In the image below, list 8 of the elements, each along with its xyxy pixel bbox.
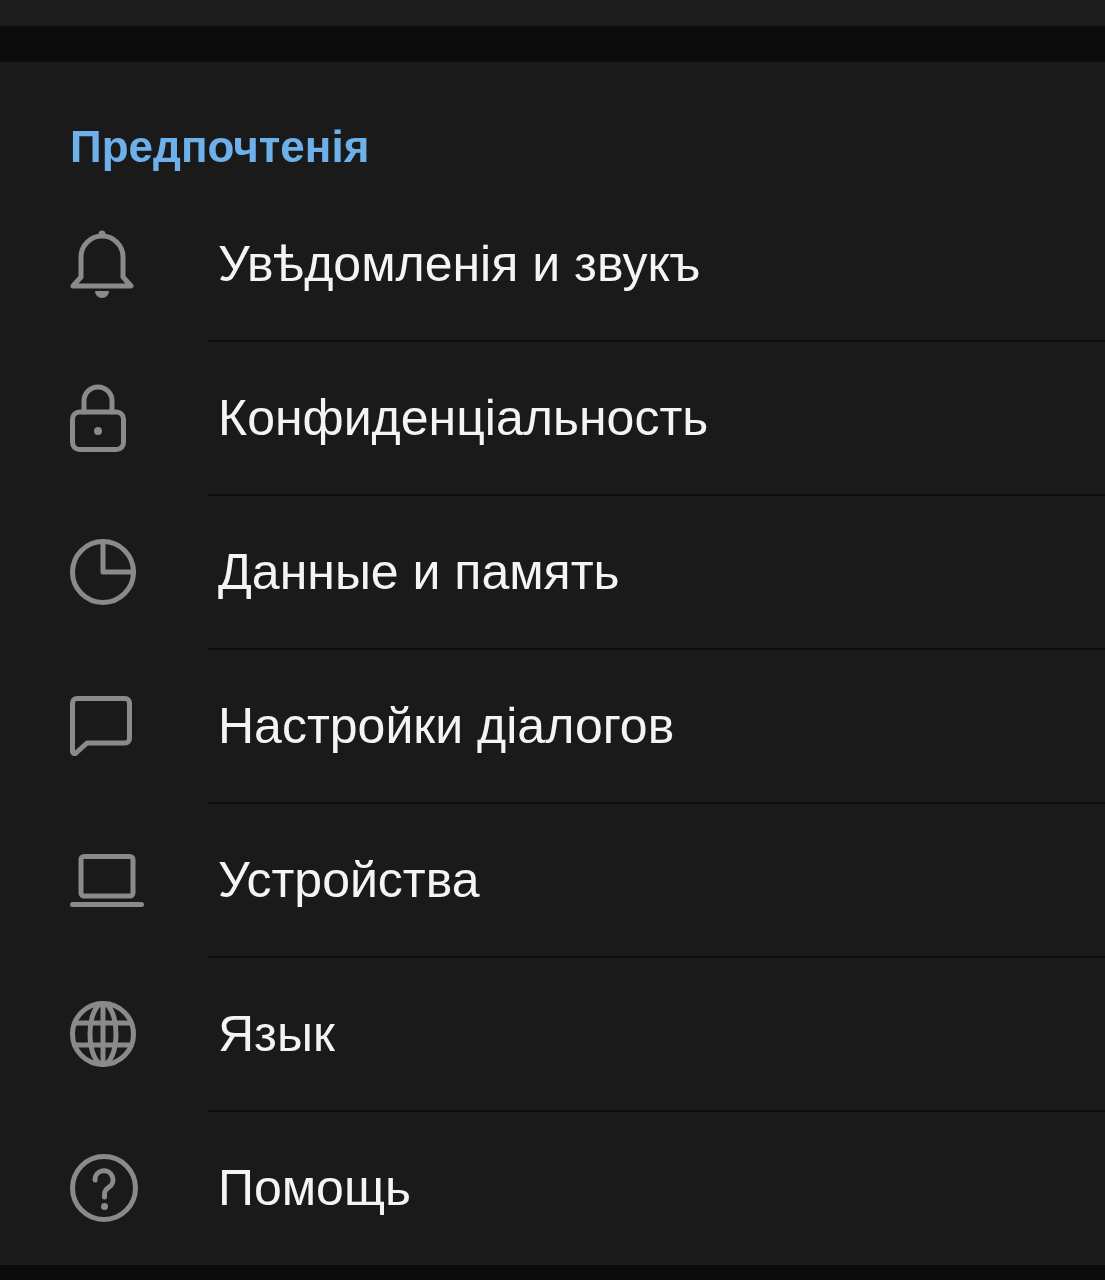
pie-chart-icon bbox=[70, 539, 136, 605]
laptop-icon bbox=[70, 853, 144, 907]
section-title: Предпочтенія bbox=[70, 121, 370, 173]
globe-icon bbox=[70, 1001, 136, 1067]
bell-icon bbox=[70, 228, 134, 300]
chat-bubble-icon bbox=[70, 696, 132, 756]
lock-icon bbox=[70, 384, 126, 452]
help-icon bbox=[70, 1154, 138, 1222]
